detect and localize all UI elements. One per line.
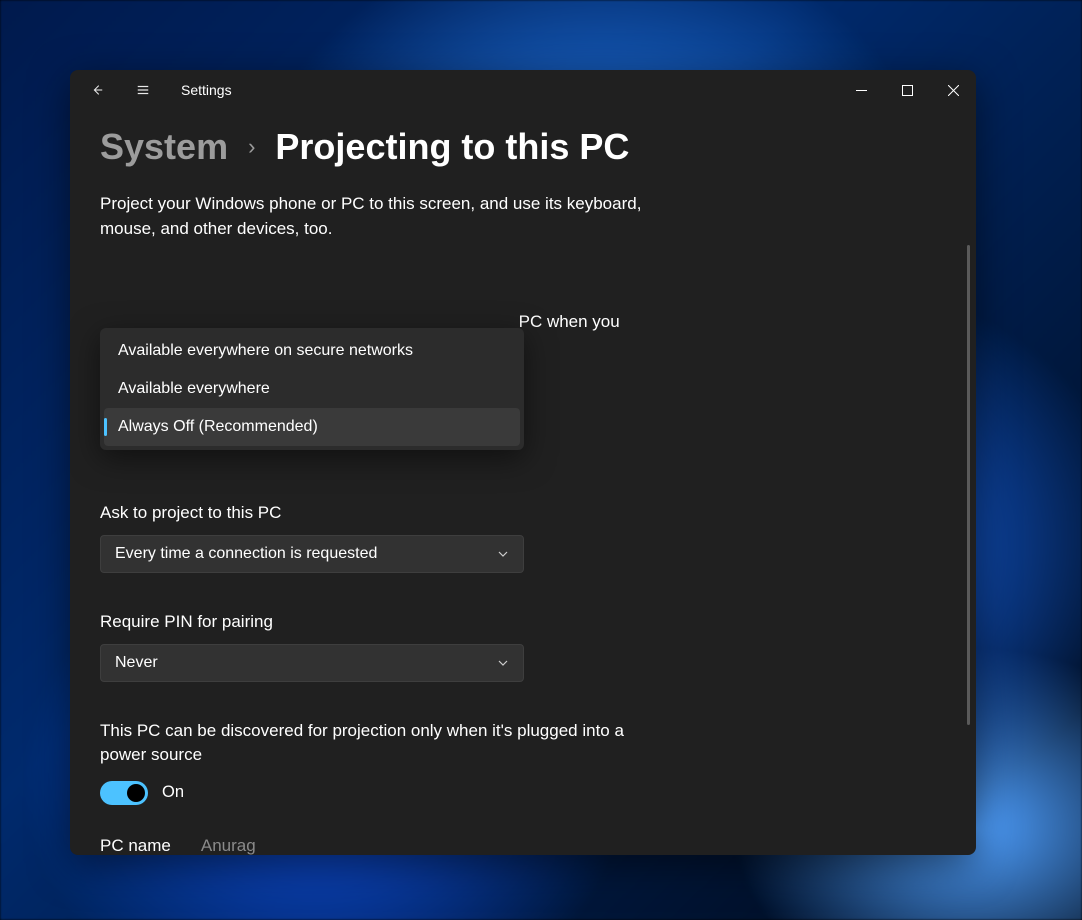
page-title: Projecting to this PC <box>275 126 629 168</box>
minimize-button[interactable] <box>838 70 884 110</box>
availability-dropdown-menu: Available everywhere on secure networks … <box>100 328 524 450</box>
pc-name-label: PC name <box>100 836 171 855</box>
require-pin-label: Require PIN for pairing <box>100 612 524 632</box>
hamburger-menu-icon[interactable] <box>120 70 166 110</box>
chevron-right-icon: › <box>248 134 255 160</box>
require-pin-setting: Require PIN for pairing Never <box>100 612 524 682</box>
scrollbar[interactable] <box>967 245 970 725</box>
chevron-down-icon <box>497 548 509 560</box>
close-button[interactable] <box>930 70 976 110</box>
breadcrumb: System › Projecting to this PC <box>100 126 946 168</box>
require-pin-value: Never <box>115 654 497 672</box>
chevron-down-icon <box>497 657 509 669</box>
toggle-state-text: On <box>162 783 184 802</box>
content-area: System › Projecting to this PC Project y… <box>70 110 976 855</box>
ask-to-project-value: Every time a connection is requested <box>115 545 497 563</box>
pc-name-row: PC name Anurag <box>100 836 700 855</box>
maximize-button[interactable] <box>884 70 930 110</box>
dropdown-option-everywhere[interactable]: Available everywhere <box>104 370 520 408</box>
dropdown-option-secure-networks[interactable]: Available everywhere on secure networks <box>104 332 520 370</box>
pc-name-value: Anurag <box>201 836 256 855</box>
window-title: Settings <box>181 82 232 98</box>
ask-to-project-select[interactable]: Every time a connection is requested <box>100 535 524 573</box>
settings-window: Settings System › Projecting to this PC … <box>70 70 976 855</box>
page-description: Project your Windows phone or PC to this… <box>100 192 660 241</box>
ask-to-project-setting: Ask to project to this PC Every time a c… <box>100 503 524 573</box>
breadcrumb-parent[interactable]: System <box>100 126 228 168</box>
plugged-in-setting: This PC can be discovered for projection… <box>100 719 660 805</box>
ask-to-project-label: Ask to project to this PC <box>100 503 524 523</box>
plugged-in-toggle[interactable] <box>100 781 148 805</box>
back-button[interactable] <box>74 70 120 110</box>
require-pin-select[interactable]: Never <box>100 644 524 682</box>
titlebar: Settings <box>70 70 976 110</box>
plugged-in-label: This PC can be discovered for projection… <box>100 719 645 767</box>
dropdown-option-always-off[interactable]: Always Off (Recommended) <box>104 408 520 446</box>
